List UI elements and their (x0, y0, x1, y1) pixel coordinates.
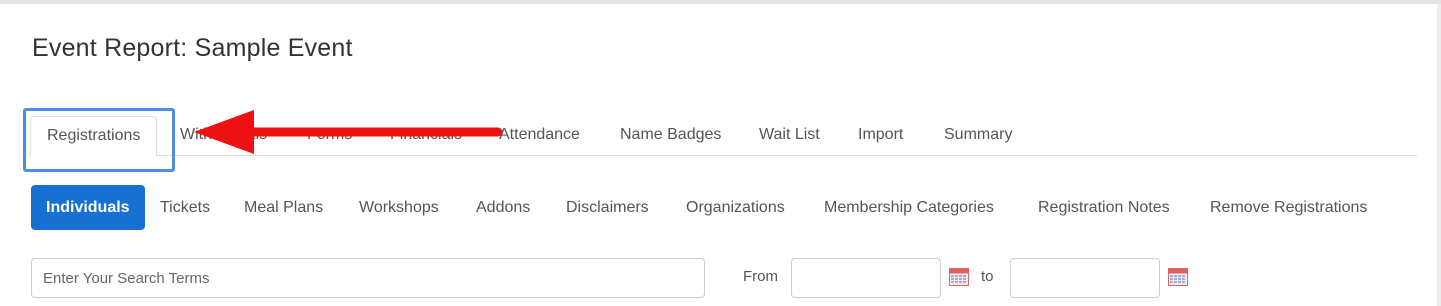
tab-wait-list[interactable]: Wait List (759, 116, 820, 156)
subtab-meal-plans[interactable]: Meal Plans (244, 185, 323, 230)
to-date-field[interactable] (1010, 258, 1160, 298)
subtab-tickets[interactable]: Tickets (160, 185, 210, 230)
from-label: From (743, 268, 778, 285)
primary-tabs: Registrations Withdrawals Forms Financia… (30, 116, 1417, 157)
subtab-individuals[interactable]: Individuals (31, 185, 145, 230)
page-title: Event Report: Sample Event (32, 34, 353, 62)
subtab-workshops[interactable]: Workshops (359, 185, 439, 230)
tab-forms[interactable]: Forms (307, 116, 352, 156)
tab-attendance[interactable]: Attendance (499, 116, 580, 156)
tab-financials[interactable]: Financials (390, 116, 462, 156)
subtab-remove-registrations[interactable]: Remove Registrations (1210, 185, 1367, 230)
tab-import[interactable]: Import (858, 116, 903, 156)
tab-withdrawals[interactable]: Withdrawals (180, 116, 267, 156)
to-label: to (981, 268, 994, 285)
from-date-field[interactable] (791, 258, 941, 298)
subtab-addons[interactable]: Addons (476, 185, 530, 230)
top-divider (0, 0, 1441, 4)
right-scroll-edge (1437, 4, 1441, 306)
calendar-icon[interactable] (1168, 268, 1188, 286)
tab-summary[interactable]: Summary (944, 116, 1012, 156)
calendar-icon[interactable] (949, 268, 969, 286)
tab-name-badges[interactable]: Name Badges (620, 116, 721, 156)
search-input[interactable] (31, 258, 705, 298)
tab-registrations[interactable]: Registrations (30, 116, 158, 157)
subtab-disclaimers[interactable]: Disclaimers (566, 185, 649, 230)
subtab-membership-categories[interactable]: Membership Categories (824, 185, 994, 230)
subtab-organizations[interactable]: Organizations (686, 185, 785, 230)
subtab-registration-notes[interactable]: Registration Notes (1038, 185, 1170, 230)
